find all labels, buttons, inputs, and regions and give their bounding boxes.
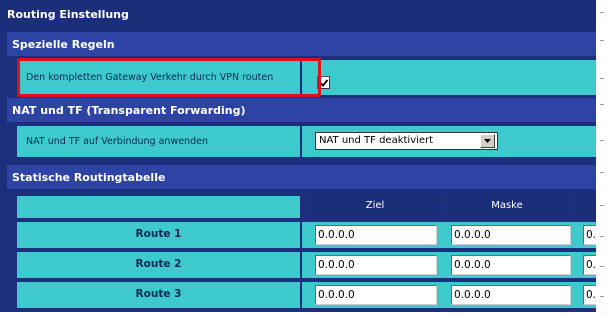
gateway-value-cell [302, 60, 607, 95]
route-row-2: 0.0.0.0 0.0.0.0 0.0 [302, 252, 607, 278]
nat-label: NAT und TF auf Verbindung anwenden [17, 126, 300, 157]
route-label: Route 3 [17, 282, 300, 308]
route-2-maske-input[interactable]: 0.0.0.0 [451, 255, 571, 275]
route-3-maske-input[interactable]: 0.0.0.0 [451, 285, 571, 305]
section-nat: NAT und TF (Transparent Forwarding) [7, 98, 607, 122]
dropdown-arrow-icon[interactable] [480, 134, 495, 148]
nat-label-text: NAT und TF auf Verbindung anwenden [26, 136, 208, 147]
panel-title: Routing Einstellung [0, 0, 607, 30]
col-maske: Maske [446, 197, 568, 216]
route-2-ziel-input[interactable]: 0.0.0.0 [315, 255, 437, 275]
col-ziel: Ziel [311, 197, 439, 216]
torn-edge [596, 0, 607, 315]
nat-value-cell: NAT und TF deaktiviert [302, 126, 607, 157]
route-row-3: 0.0.0.0 0.0.0.0 0.0 [302, 282, 607, 308]
route-1-maske-input[interactable]: 0.0.0.0 [451, 225, 571, 245]
route-label: Route 2 [17, 252, 300, 278]
nat-select[interactable]: NAT und TF deaktiviert [315, 132, 498, 150]
route-label: Route 1 [17, 222, 300, 248]
section-static-routes: Statische Routingtabelle [7, 165, 607, 189]
highlight-box [17, 58, 321, 97]
route-1-ziel-input[interactable]: 0.0.0.0 [315, 225, 437, 245]
nat-select-value: NAT und TF deaktiviert [319, 135, 434, 146]
route-row-1: 0.0.0.0 0.0.0.0 0.0 [302, 222, 607, 248]
table-header-blank [17, 196, 300, 218]
route-3-ziel-input[interactable]: 0.0.0.0 [315, 285, 437, 305]
section-special-rules: Spezielle Regeln [7, 32, 607, 56]
